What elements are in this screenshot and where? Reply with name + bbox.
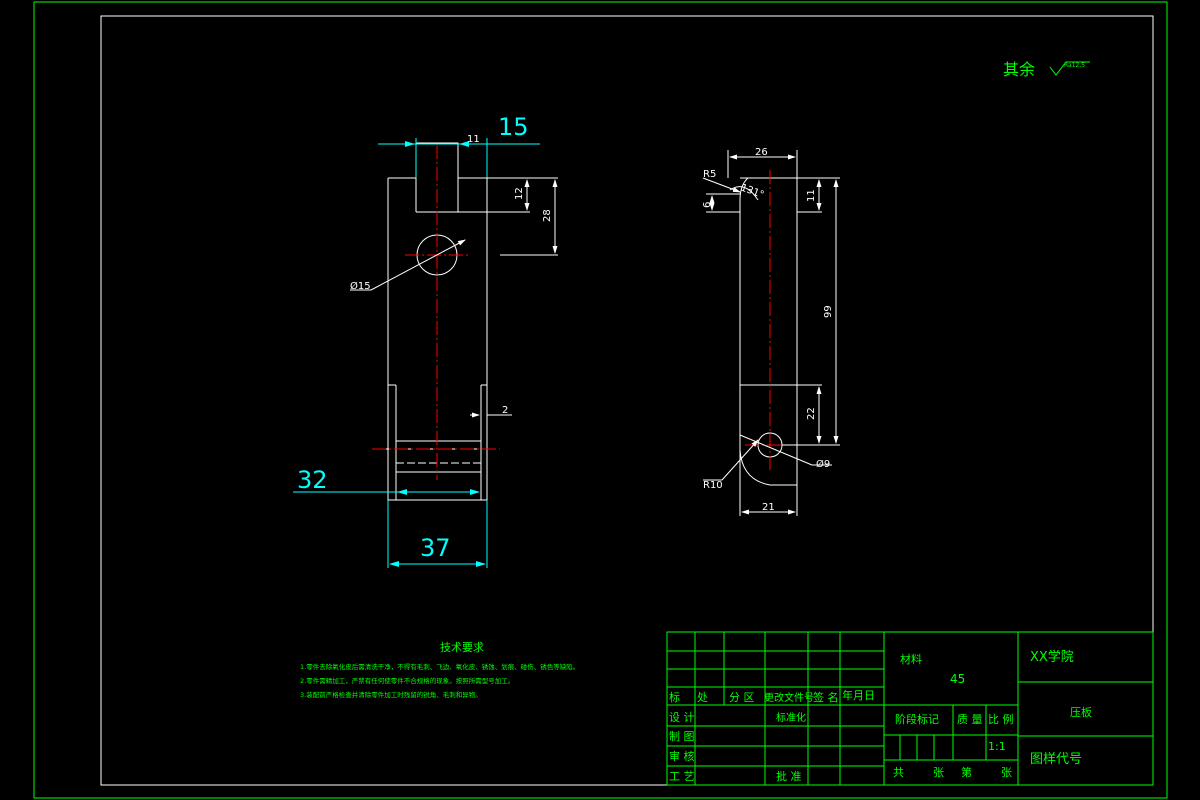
tech-req-item-2: 2.零件需精加工，严禁有任何使零件不合规格的现象。按照所需型号加工。 <box>300 676 514 685</box>
row-design: 设 计 <box>669 711 695 724</box>
drawing-no-label: 图样代号 <box>1030 752 1082 767</box>
right-view-bottom <box>739 385 797 486</box>
dim-22: 22 <box>806 407 817 420</box>
school-name: XX学院 <box>1030 649 1074 665</box>
row-draw: 制 图 <box>669 730 695 743</box>
rev-header-sign: 签 名 <box>813 690 839 704</box>
row-check: 审 核 <box>669 749 695 763</box>
left-view: 15 11 12 28 Ø15 2 32 37 <box>293 113 558 568</box>
sheet-index: 第 <box>961 765 972 779</box>
dim-12: 12 <box>514 187 525 200</box>
tech-req-title: 技术要求 <box>440 641 484 654</box>
rev-header-place: 处 <box>697 691 708 704</box>
sheet-total: 共 <box>893 766 904 779</box>
dim-hole-dia-left: Ø15 <box>350 280 371 292</box>
scale-value: 1:1 <box>988 740 1006 753</box>
dim-2: 2 <box>502 405 508 416</box>
rev-header-date: 年月日 <box>842 688 875 702</box>
dim-r5: R5 <box>703 169 716 180</box>
dim-37: 37 <box>420 534 451 562</box>
right-view: 26 R5 131° 6 11 99 22 R10 Ø9 21 <box>702 147 840 516</box>
surface-finish-label: 其余 <box>1003 60 1035 79</box>
dim-11-left: 11 <box>467 134 480 145</box>
part-name: 压板 <box>1070 705 1092 719</box>
tech-req-item-1: 1.零件去除氧化皮后需清洗干净，不得有毛刺、飞边、氧化皮、锈蚀、划痕、碰伤、锈色… <box>300 662 579 671</box>
dim-99: 99 <box>823 305 834 318</box>
dim-26: 26 <box>755 147 768 158</box>
dim-21: 21 <box>762 502 775 513</box>
material-label: 材料 <box>900 652 922 666</box>
surface-finish-note: 其余 Ra12.5 <box>1003 60 1090 79</box>
dim-6: 6 <box>702 202 713 208</box>
sheet-unit-2: 张 <box>1001 766 1012 779</box>
rev-header-zone: 分 区 <box>729 691 755 704</box>
dim-28: 28 <box>542 209 553 222</box>
material-value: 45 <box>950 672 965 686</box>
tech-req-item-3: 3.装配前严格检查并清除零件加工时残留的锐角、毛刺和异物。 <box>300 690 482 699</box>
rev-header-mark: 标 <box>669 690 680 704</box>
rev-header-docno: 更改文件号 <box>764 691 814 704</box>
dim-15: 15 <box>498 113 529 141</box>
dim-11-right: 11 <box>806 189 817 202</box>
row-process: 工 艺 <box>669 770 695 783</box>
sheet-unit-1: 张 <box>933 766 944 779</box>
drawing-canvas: 其余 Ra12.5 15 11 12 28 Ø15 2 32 37 26 R5 … <box>33 1 1168 799</box>
dim-angle: 131° <box>739 182 765 201</box>
dim-r10: R10 <box>703 480 723 491</box>
inner-frame <box>100 15 1154 786</box>
standardize-label: 标准化 <box>776 711 806 724</box>
roughness-value: Ra12.5 <box>1064 62 1085 69</box>
dim-32: 32 <box>297 466 328 494</box>
stage-label: 阶段标记 <box>895 712 939 726</box>
weight-label: 质 量 <box>957 713 983 726</box>
approve-label: 批 准 <box>776 769 802 783</box>
right-view-outline <box>739 177 798 512</box>
dim-hole-dia-right: Ø9 <box>816 458 830 470</box>
scale-label: 比 例 <box>988 712 1014 726</box>
tech-requirements: 技术要求 1.零件去除氧化皮后需清洗干净，不得有毛刺、飞边、氧化皮、锈蚀、划痕、… <box>300 641 579 699</box>
title-block: 标 处 分 区 更改文件号 签 名 年月日 设 计 制 图 审 核 工 艺 标准… <box>666 631 1154 786</box>
outer-frame <box>33 1 1168 799</box>
